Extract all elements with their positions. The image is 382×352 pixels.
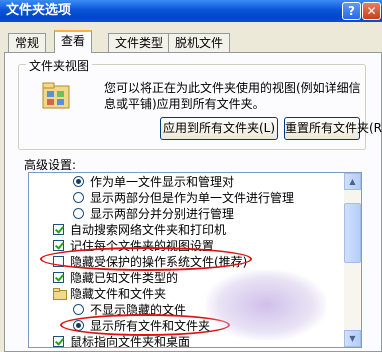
help-button[interactable]: ?: [342, 2, 361, 20]
checkbox[interactable]: [53, 272, 64, 283]
tab-strip: 常规 查看 文件类型 脱机文件: [0, 30, 382, 53]
scroll-down-icon[interactable]: ▼: [344, 330, 361, 347]
setting-label: 不显示隐藏的文件: [90, 303, 187, 317]
reset-all-folders-button[interactable]: 重置所有文件夹(R): [284, 117, 382, 140]
setting-label: 记住每个文件夹的视图设置: [70, 239, 215, 253]
checkbox[interactable]: [53, 240, 64, 251]
checkbox[interactable]: [53, 224, 64, 235]
vertical-scrollbar[interactable]: ▲ ▼: [344, 173, 361, 347]
setting-label: 隐藏已知文件类型的: [70, 271, 179, 285]
folder-views-legend: 文件夹视图: [26, 57, 93, 74]
window-title: 文件夹选项: [6, 3, 72, 18]
checkbox[interactable]: [53, 256, 64, 267]
tab-general[interactable]: 常规: [8, 33, 47, 52]
radio-button[interactable]: [73, 208, 84, 219]
setting-row[interactable]: 显示两部分并分别进行管理: [29, 206, 339, 222]
setting-label: 隐藏文件和文件夹: [70, 287, 167, 301]
setting-row[interactable]: 作为单一文件显示和管理对: [29, 174, 339, 190]
setting-row[interactable]: 自动搜索网络文件夹和打印机: [29, 222, 339, 238]
setting-label: 鼠标指向文件夹和桌面: [70, 335, 191, 348]
checkbox[interactable]: [53, 336, 64, 347]
tab-offline-files[interactable]: 脱机文件: [168, 33, 231, 52]
apply-to-all-folders-button[interactable]: 应用到所有文件夹(L): [160, 117, 278, 140]
setting-row[interactable]: 记住每个文件夹的视图设置: [29, 238, 339, 254]
folder-icon: [53, 288, 67, 300]
blurred-region: [206, 270, 326, 340]
setting-label: 隐藏受保护的操作系统文件(推荐): [70, 255, 248, 269]
tab-file-types[interactable]: 文件类型: [108, 33, 171, 52]
radio-button[interactable]: [73, 320, 84, 331]
setting-label: 显示所有文件和文件夹: [90, 319, 211, 333]
advanced-settings-label: 高级设置:: [24, 158, 77, 172]
setting-label: 自动搜索网络文件夹和打印机: [70, 223, 227, 237]
folder-views-description: 您可以将正在为此文件夹使用的视图(例如详细信息或平铺)应用到所有文件夹。: [104, 81, 361, 111]
setting-label: 显示两部分并分别进行管理: [90, 207, 235, 221]
title-bar: 文件夹选项 ? ✕: [0, 0, 382, 22]
scroll-up-icon[interactable]: ▲: [344, 173, 361, 190]
radio-button[interactable]: [73, 176, 84, 187]
setting-row[interactable]: 显示两部分但是作为单一文件进行管理: [29, 190, 339, 206]
setting-label: 显示两部分但是作为单一文件进行管理: [90, 191, 295, 205]
radio-button[interactable]: [73, 192, 84, 203]
radio-button[interactable]: [73, 304, 84, 315]
setting-label: 作为单一文件显示和管理对: [90, 175, 235, 189]
tab-view[interactable]: 查看: [54, 30, 93, 53]
setting-row[interactable]: 隐藏受保护的操作系统文件(推荐): [29, 254, 339, 270]
close-button[interactable]: ✕: [362, 2, 381, 20]
scroll-thumb[interactable]: [344, 203, 361, 263]
folder-view-icon: [40, 80, 74, 117]
